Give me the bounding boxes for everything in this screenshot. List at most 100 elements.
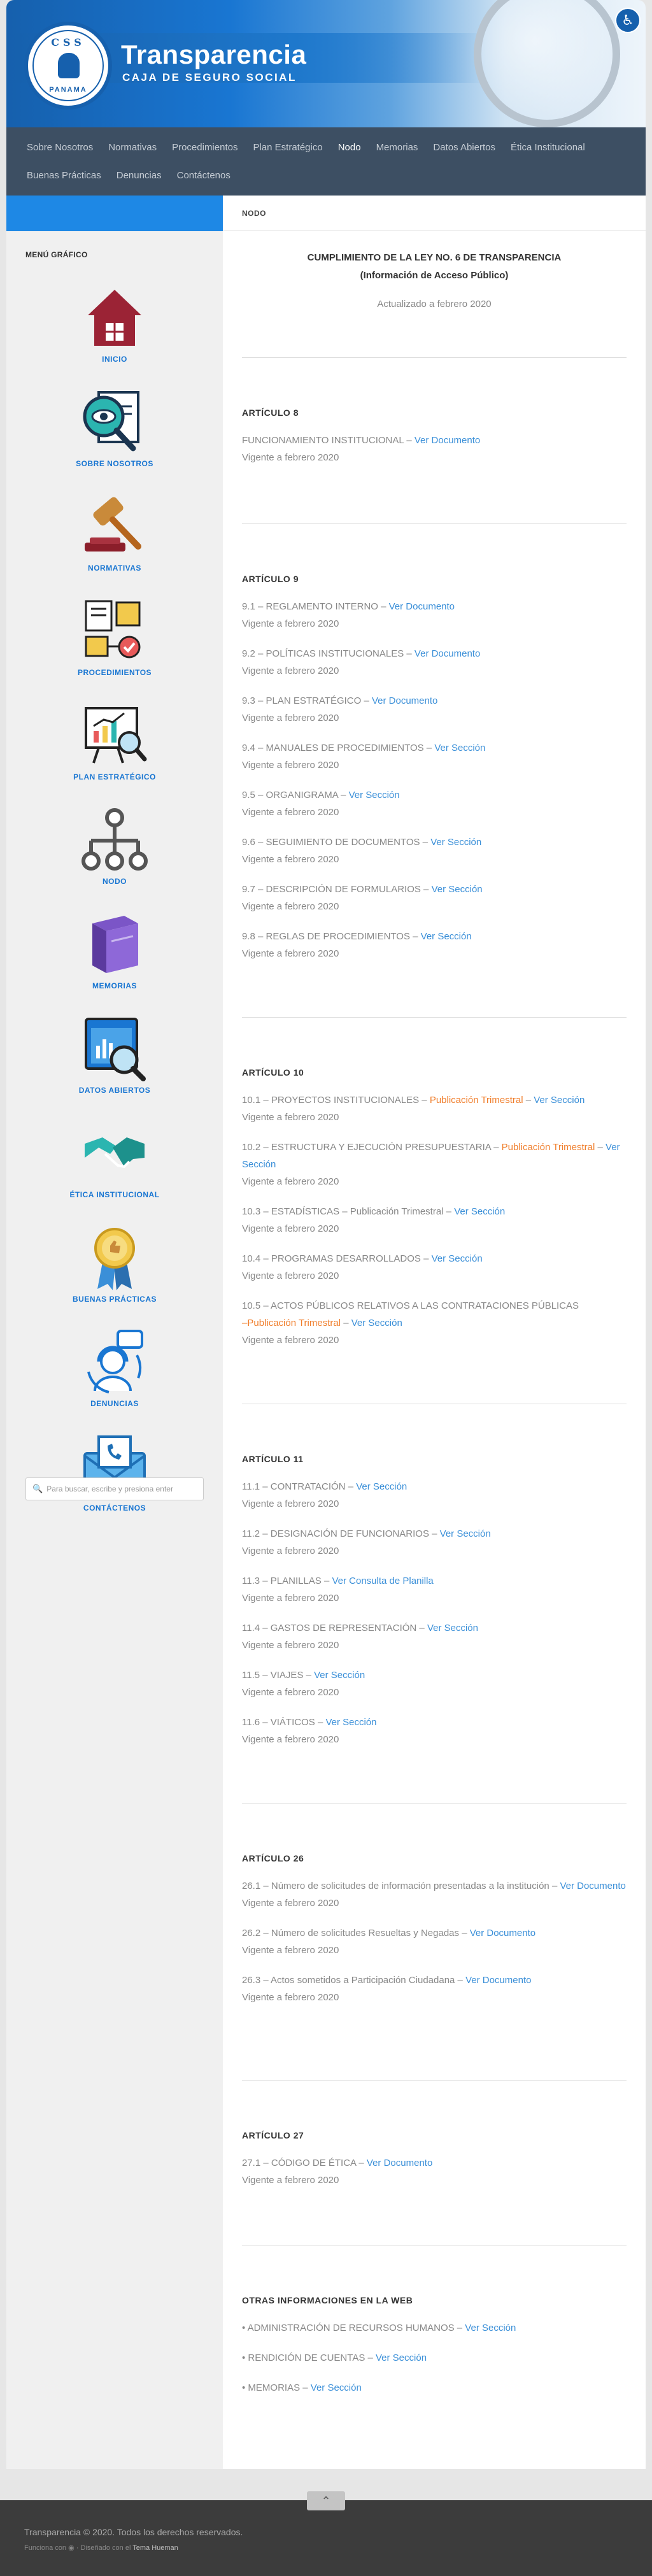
entry-link[interactable]: Ver Documento	[560, 1881, 625, 1891]
wordpress-icon[interactable]: ◉	[68, 2544, 74, 2552]
nav-item-plan-estrategico[interactable]: Plan Estratégico	[245, 134, 330, 162]
css-logo[interactable]: CSS PANAMA	[24, 22, 112, 110]
entry-link[interactable]: Ver Sección	[465, 2323, 516, 2333]
page-title: CUMPLIMIENTO DE LA LEY NO. 6 DE TRANSPAR…	[242, 249, 627, 285]
menu-item-inicio[interactable]: INICIO	[54, 282, 175, 364]
section-title: ARTÍCULO 8	[242, 408, 299, 418]
nav-item-procedimientos[interactable]: Procedimientos	[164, 134, 245, 162]
handshake-icon	[79, 1118, 150, 1189]
entry-link[interactable]: Ver Sección	[356, 1481, 407, 1492]
entry-text: 26.2 – Número de solicitudes Resueltas y…	[242, 1928, 470, 1939]
entry-text: 11.3 – PLANILLAS –	[242, 1576, 332, 1586]
updated-text: Actualizado a febrero 2020	[377, 299, 492, 310]
entry-valid: Vigente a febrero 2020	[242, 948, 339, 959]
entry-separator: –	[341, 1318, 351, 1328]
menu-label: ÉTICA INSTITUCIONAL	[69, 1190, 160, 1199]
footer-powered-text: Funciona con	[24, 2544, 67, 2552]
home-icon	[79, 282, 150, 353]
entry-valid: Vigente a febrero 2020	[242, 665, 339, 676]
entry-link[interactable]: Ver Sección	[314, 1670, 365, 1681]
entry-link[interactable]: Ver Documento	[470, 1928, 535, 1939]
entry: 9.5 – ORGANIGRAMA – Ver Sección Vigente a…	[242, 786, 627, 821]
search-input[interactable]: 🔍 Para buscar, escribe y presiona enter	[25, 1477, 204, 1500]
chevron-up-icon[interactable]: ⌃	[307, 2491, 345, 2510]
nav-item-datos-abiertos[interactable]: Datos Abiertos	[425, 134, 503, 162]
menu-item-etica-institucional[interactable]: ÉTICA INSTITUCIONAL	[54, 1118, 175, 1200]
menu-item-memorias[interactable]: MEMORIAS	[54, 909, 175, 991]
menu-item-procedimientos[interactable]: PROCEDIMIENTOS	[54, 595, 175, 678]
entry-link[interactable]: Ver Sección	[351, 1318, 402, 1328]
entry-valid: Vigente a febrero 2020	[242, 1498, 339, 1509]
menu-item-normativas[interactable]: NORMATIVAS	[54, 491, 175, 573]
menu-item-datos-abiertos[interactable]: DATOS ABIERTOS	[54, 1013, 175, 1095]
entry-link[interactable]: Ver Sección	[534, 1095, 585, 1106]
entry-link[interactable]: Ver Sección	[311, 2382, 362, 2393]
nav-item-memorias[interactable]: Memorias	[369, 134, 426, 162]
menu-item-sobre-nosotros[interactable]: SOBRE NOSOTROS	[54, 387, 175, 469]
entry-quarterly: Publicación Trimestral	[429, 1095, 523, 1106]
node-tree-icon	[79, 804, 150, 876]
entry-text: • RENDICIÓN DE CUENTAS –	[242, 2352, 376, 2363]
menu-item-denuncias[interactable]: DENUNCIAS	[54, 1327, 175, 1409]
entry: 10.5 – ACTOS PÚBLICOS RELATIVOS A LAS CO…	[242, 1297, 627, 1349]
main-content: NODO CUMPLIMIENTO DE LA LEY NO. 6 DE TRA…	[223, 196, 646, 2469]
footer-credits: Funciona con ◉ · Diseñado con el Tema Hu…	[24, 2544, 178, 2552]
section-otras-informaciones: OTRAS INFORMACIONES EN LA WEB • ADMINIST…	[242, 2245, 627, 2462]
sidebar-accent-bar	[6, 196, 223, 231]
entry-text: FUNCIONAMIENTO INSTITUCIONAL –	[242, 435, 415, 446]
entry-link[interactable]: Ver Sección	[349, 790, 400, 801]
entry-link[interactable]: Ver Consulta de Planilla	[332, 1576, 433, 1586]
entry-link[interactable]: Ver Sección	[432, 1253, 483, 1264]
entry-valid: Vigente a febrero 2020	[242, 901, 339, 912]
nav-item-buenas-practicas[interactable]: Buenas Prácticas	[19, 162, 109, 190]
nav-item-denuncias[interactable]: Denuncias	[109, 162, 169, 190]
site-title[interactable]: Transparencia	[121, 39, 306, 70]
entry-link[interactable]: Ver Sección	[325, 1717, 376, 1728]
logo-figure-icon	[58, 53, 80, 78]
theme-link[interactable]: Tema Hueman	[132, 2544, 178, 2552]
search-placeholder: Para buscar, escribe y presiona enter	[46, 1484, 173, 1493]
support-agent-icon	[79, 1327, 150, 1398]
entry-link[interactable]: Ver Sección	[376, 2352, 427, 2363]
section-articulo-9: ARTÍCULO 9 9.1 – REGLAMENTO INTERNO – Ve…	[242, 524, 627, 1017]
nav-item-etica-institucional[interactable]: Ética Institucional	[503, 134, 593, 162]
menu-label: SOBRE NOSOTROS	[76, 459, 153, 468]
menu-label: NORMATIVAS	[88, 564, 141, 573]
entry-valid: Vigente a febrero 2020	[242, 713, 339, 723]
entry-separator: –	[595, 1142, 606, 1153]
entry-link[interactable]: Ver Sección	[432, 884, 483, 895]
entry-link[interactable]: Ver Documento	[389, 601, 455, 612]
entry-link[interactable]: Ver Sección	[427, 1623, 478, 1633]
entry-link[interactable]: Ver Sección	[440, 1528, 491, 1539]
nav-item-sobre-nosotros[interactable]: Sobre Nosotros	[19, 134, 101, 162]
entry-link[interactable]: Ver Documento	[367, 2158, 432, 2168]
entry-link[interactable]: Ver Documento	[465, 1975, 531, 1986]
section-title: ARTÍCULO 10	[242, 1067, 304, 1078]
chart-board-icon	[79, 700, 150, 771]
entry-link[interactable]: Ver Sección	[421, 931, 472, 942]
entry-link[interactable]: Ver Sección	[434, 743, 485, 753]
entry-link[interactable]: Ver Sección	[430, 837, 481, 848]
nav-item-normativas[interactable]: Normativas	[101, 134, 164, 162]
entry: 10.1 – PROYECTOS INSTITUCIONALES – Publi…	[242, 1092, 627, 1126]
section-title: OTRAS INFORMACIONES EN LA WEB	[242, 2295, 413, 2305]
menu-item-nodo[interactable]: NODO	[54, 804, 175, 886]
entry: 11.6 – VIÁTICOS – Ver Sección Vigente a f…	[242, 1714, 627, 1748]
footer-copyright: Transparencia © 2020. Todos los derechos…	[24, 2527, 243, 2537]
nav-item-nodo[interactable]: Nodo	[330, 134, 369, 162]
entry-link[interactable]: Ver Documento	[415, 435, 480, 446]
nav-item-contactenos[interactable]: Contáctenos	[169, 162, 238, 190]
entry-valid: Vigente a febrero 2020	[242, 1270, 339, 1281]
menu-item-buenas-practicas[interactable]: BUENAS PRÁCTICAS	[54, 1222, 175, 1304]
menu-item-plan-estrategico[interactable]: PLAN ESTRATÉGICO	[54, 700, 175, 782]
entry-link[interactable]: Ver Documento	[372, 695, 437, 706]
section-title: ARTÍCULO 11	[242, 1454, 304, 1464]
magnifier-document-icon	[79, 387, 150, 458]
entry-link[interactable]: Ver Documento	[415, 648, 480, 659]
header-banner[interactable]: CSS PANAMA Transparencia CAJA DE SEGURO …	[6, 0, 646, 127]
accessibility-icon[interactable]: ♿	[615, 8, 641, 33]
menu-item-contactenos[interactable]: CONTÁCTENOS	[54, 1431, 175, 1513]
section-title: ARTÍCULO 9	[242, 574, 299, 584]
entry-link[interactable]: Ver Sección	[454, 1206, 505, 1217]
entry: 11.5 – VIAJES – Ver Sección Vigente a feb…	[242, 1667, 627, 1701]
